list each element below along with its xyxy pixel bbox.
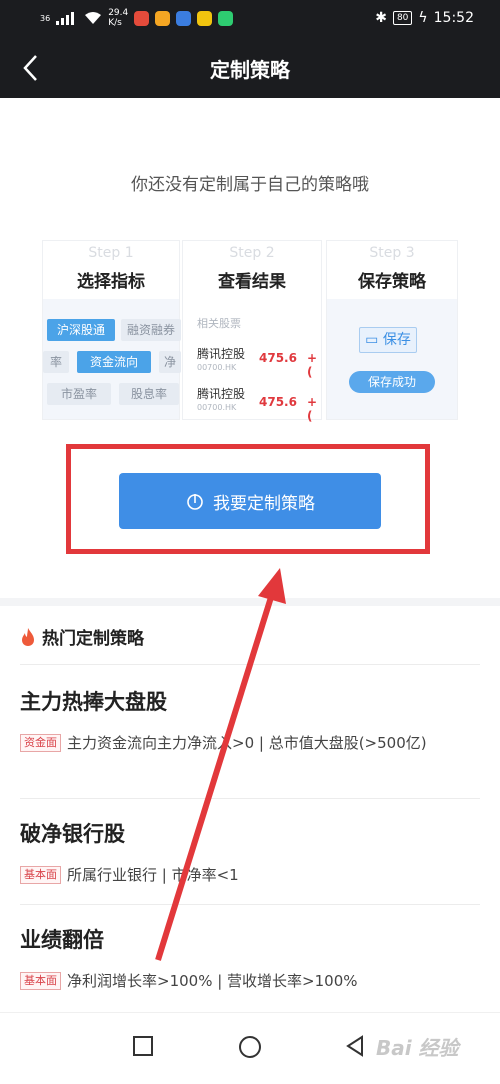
recent-apps-icon[interactable] <box>132 1035 154 1057</box>
back-triangle-icon[interactable] <box>344 1035 366 1057</box>
baidu-watermark: Bai 经验 <box>376 1032 459 1061</box>
watermark-text: Bai 经验 <box>376 1036 459 1060</box>
home-icon[interactable] <box>238 1035 262 1059</box>
annotation-arrow <box>155 568 286 961</box>
